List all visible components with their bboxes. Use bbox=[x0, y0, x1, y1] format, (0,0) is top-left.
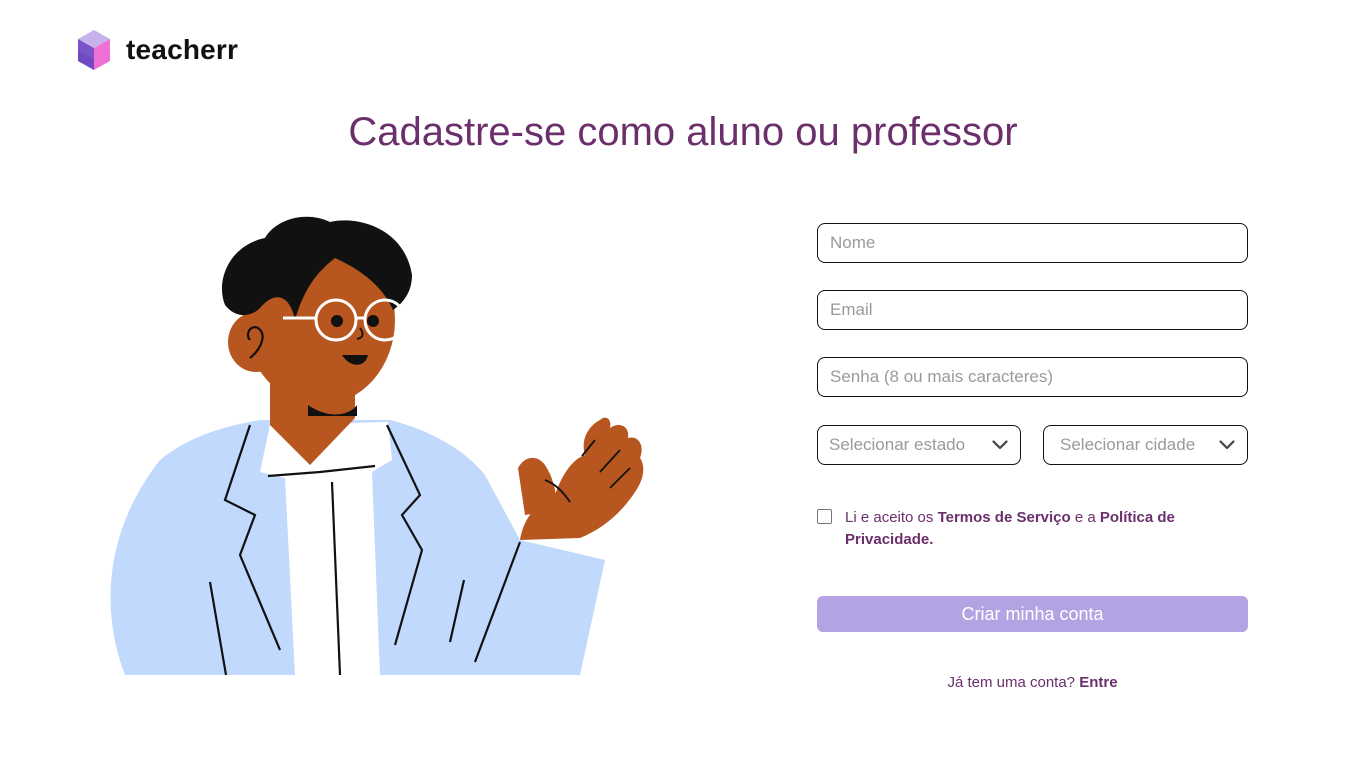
password-input[interactable] bbox=[817, 357, 1248, 397]
city-select-label: Selecionar cidade bbox=[1060, 435, 1196, 454]
brand-name: teacherr bbox=[126, 34, 239, 65]
terms-text: Li e aceito os Termos de Serviço e a Pol… bbox=[845, 507, 1215, 551]
chevron-down-icon bbox=[1219, 440, 1235, 450]
terms-checkbox[interactable] bbox=[817, 509, 832, 524]
email-input[interactable] bbox=[817, 290, 1248, 330]
terms-of-service-link[interactable]: Termos de Serviço bbox=[938, 509, 1071, 526]
state-select[interactable]: Selecionar estado bbox=[817, 425, 1021, 465]
chevron-down-icon bbox=[992, 440, 1008, 450]
terms-middle: e a bbox=[1070, 509, 1100, 526]
cube-icon bbox=[78, 30, 110, 70]
signup-page: teacherr Cadastre-se como aluno ou profe… bbox=[0, 0, 1366, 768]
page-title: Cadastre-se como aluno ou professor bbox=[348, 110, 1018, 154]
login-link[interactable]: Entre bbox=[1079, 674, 1117, 691]
login-prompt-text: Já tem uma conta? bbox=[947, 674, 1080, 691]
create-account-button[interactable]: Criar minha conta bbox=[817, 596, 1248, 632]
terms-prefix: Li e aceito os bbox=[845, 509, 938, 526]
city-select[interactable]: Selecionar cidade bbox=[1043, 425, 1248, 465]
login-prompt: Já tem uma conta? Entre bbox=[817, 674, 1248, 691]
terms-row: Li e aceito os Termos de Serviço e a Pol… bbox=[817, 507, 1248, 551]
name-input[interactable] bbox=[817, 223, 1248, 263]
brand-logo[interactable]: teacherr bbox=[76, 28, 238, 72]
teacher-illustration bbox=[110, 216, 644, 676]
state-select-label: Selecionar estado bbox=[829, 435, 966, 454]
